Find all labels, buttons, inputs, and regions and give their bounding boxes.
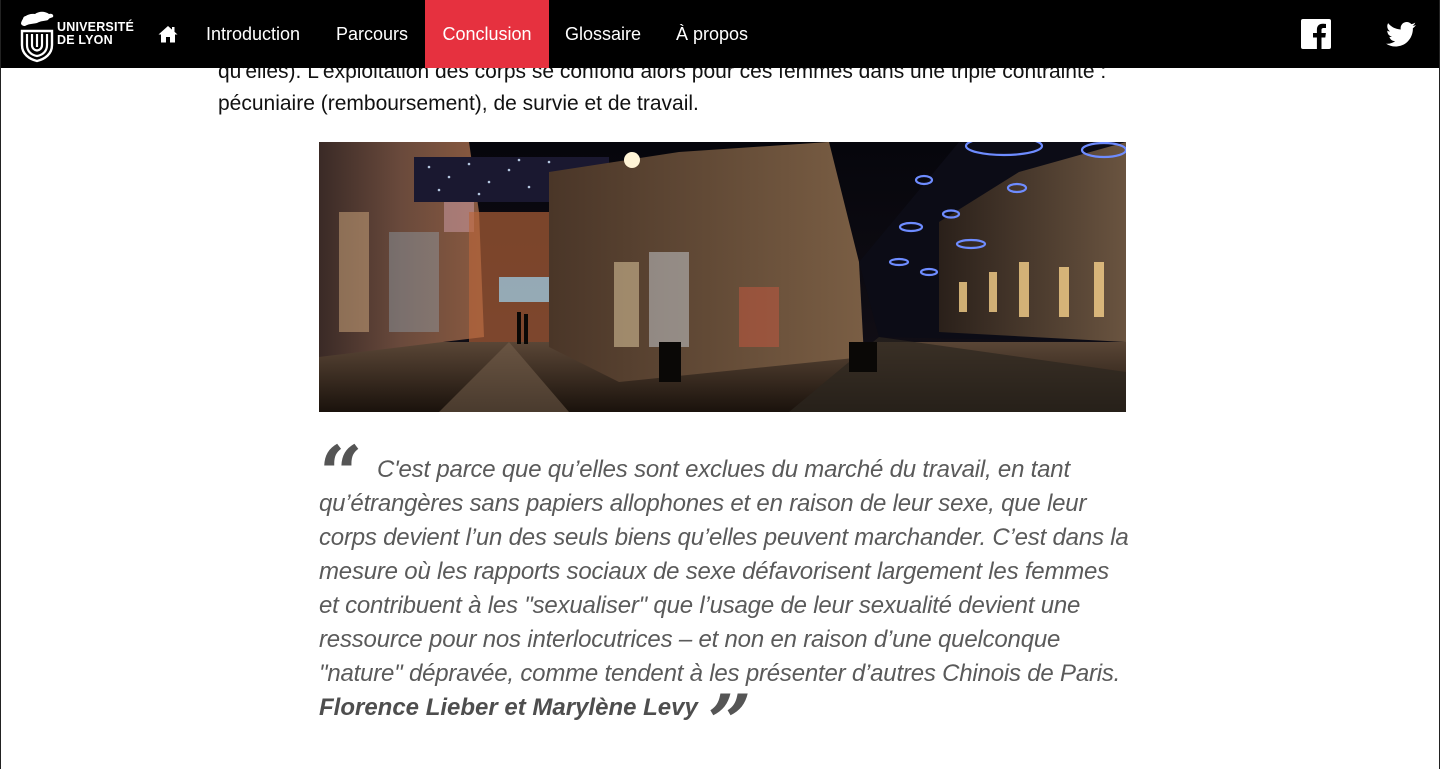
paragraph-line: pécuniaire (remboursement), de survie et… [218, 92, 699, 115]
nav-item-glossaire[interactable]: Glossaire [553, 0, 653, 68]
open-quote-icon: “ [319, 429, 363, 518]
street-photo-illustration [319, 142, 1126, 412]
facebook-share-button[interactable] [1299, 0, 1333, 68]
close-quote-icon: ” [707, 678, 752, 767]
nav-item-parcours[interactable]: Parcours [322, 0, 422, 68]
quote-author: Florence Lieber et Marylène Levy [319, 694, 698, 721]
home-button[interactable] [156, 0, 180, 68]
nav-item-conclusion[interactable]: Conclusion [425, 0, 549, 68]
nav-item-label: À propos [675, 23, 749, 44]
nav-item-label: Glossaire [564, 23, 642, 44]
logo-wordmark: UNIVERSITÉ DE LYON [57, 21, 134, 47]
lion-logo-icon [20, 11, 54, 63]
home-icon [158, 26, 178, 43]
universite-de-lyon-logo[interactable]: UNIVERSITÉ DE LYON [18, 7, 138, 63]
quote-text: C'est parce que qu’elles sont exclues du… [319, 456, 1129, 687]
nav-item-label: Parcours [335, 23, 409, 44]
nav-item-label: Conclusion [442, 23, 532, 44]
blockquote: “ C'est parce que qu’elles sont exclues … [319, 429, 1129, 761]
nav-item-label: Introduction [205, 23, 301, 44]
twitter-share-button[interactable] [1384, 0, 1418, 68]
bordeaux-night-street-photo [319, 142, 1126, 412]
twitter-icon [1386, 21, 1416, 46]
facebook-icon [1301, 19, 1331, 49]
quote-author-line: Florence Lieber et Marylène Levy ” [319, 685, 1129, 761]
logo-line-2: DE LYON [57, 33, 113, 47]
top-navbar: UNIVERSITÉ DE LYON Introduction Parcours… [0, 0, 1440, 68]
nav-item-introduction[interactable]: Introduction [190, 0, 316, 68]
nav-item-a-propos[interactable]: À propos [662, 0, 762, 68]
